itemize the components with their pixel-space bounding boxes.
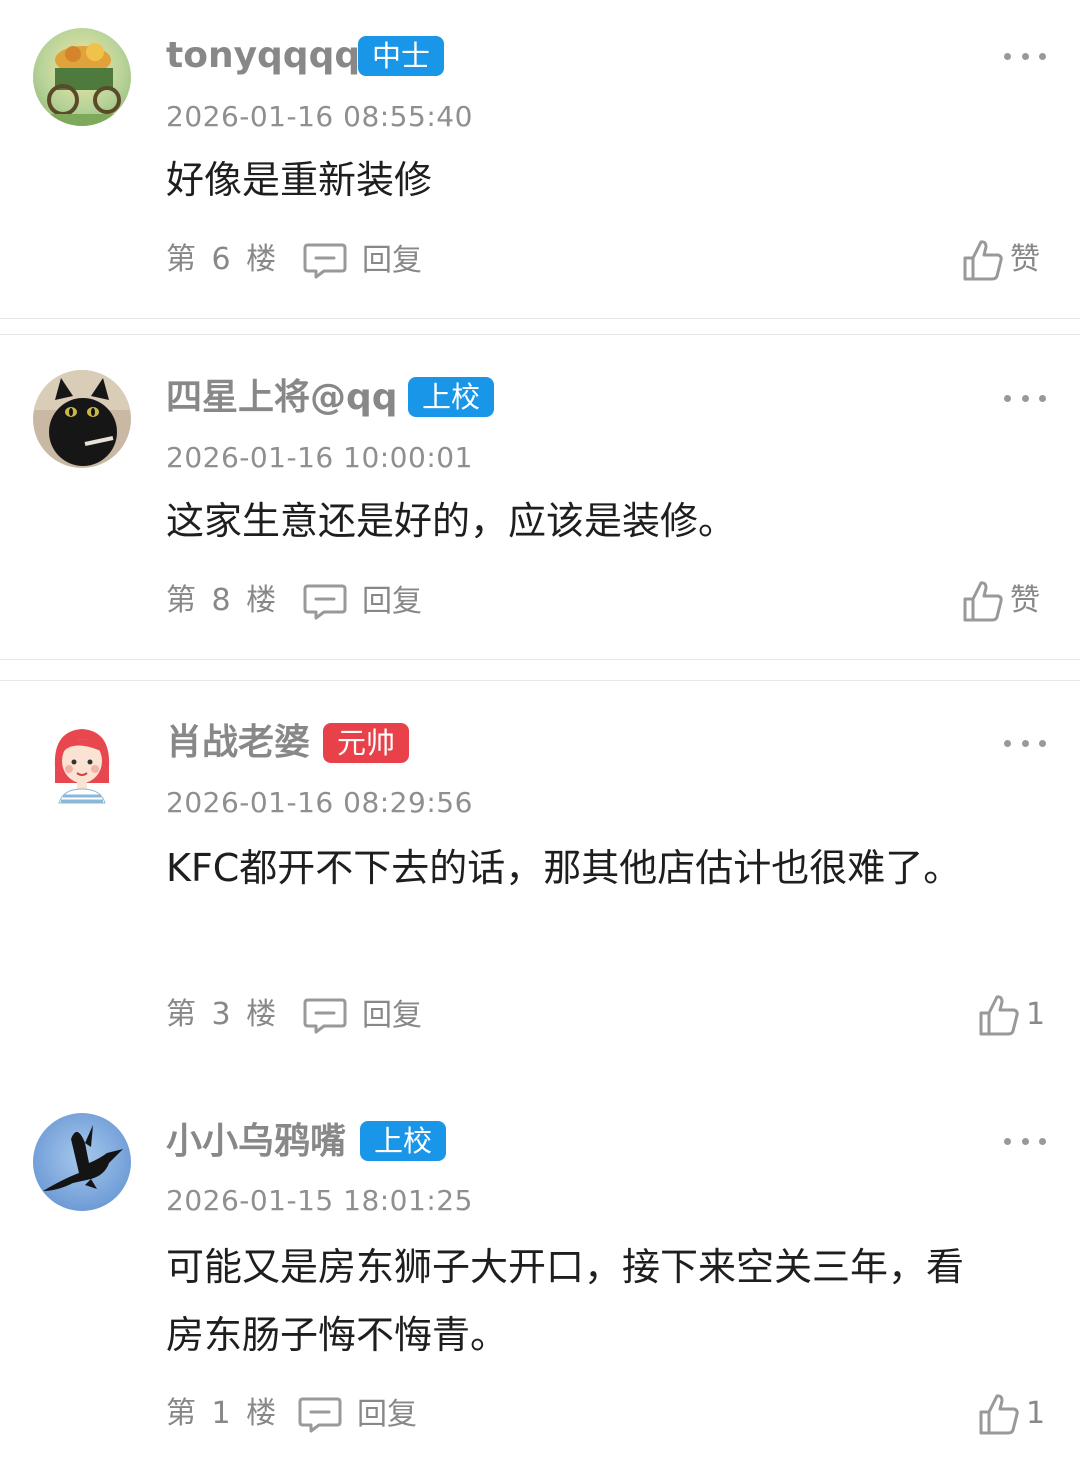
like-button[interactable]: 赞	[962, 238, 1040, 282]
comment-bubble-icon	[303, 998, 347, 1034]
username[interactable]: 小小乌鸦嘴	[166, 1120, 346, 1164]
rank-badge: 上校	[408, 377, 495, 417]
comment-text: 这家生意还是好的，应该是装修。	[166, 499, 737, 543]
reply-label: 回复	[362, 243, 422, 278]
reply-button[interactable]: 回复	[297, 1396, 417, 1434]
divider	[0, 659, 1080, 660]
thumbs-up-icon	[979, 1394, 1019, 1435]
more-dots-icon[interactable]	[1004, 388, 1046, 408]
timestamp: 2026-01-16 08:29:56	[166, 786, 473, 819]
like-button[interactable]: 赞	[962, 579, 1040, 623]
floor-number: 第 1 楼	[166, 1396, 277, 1431]
username[interactable]: 肖战老婆	[166, 721, 310, 765]
reply-label: 回复	[357, 1397, 417, 1432]
reply-label: 回复	[362, 584, 422, 619]
rank-badge: 中士	[358, 36, 445, 76]
like-count: 1	[1026, 1396, 1046, 1431]
avatar[interactable]	[33, 1113, 131, 1211]
comment-text: 可能又是房东狮子大开口，接下来空关三年，看房东肠子悔不悔青。	[166, 1245, 965, 1357]
divider	[0, 318, 1080, 319]
comment-item: 肖战老婆 元帅 2026-01-16 08:29:56 KFC都开不下去的话，那…	[0, 681, 1080, 1081]
thumbs-up-icon	[963, 581, 1003, 622]
more-dots-icon[interactable]	[1004, 46, 1046, 66]
floor-number: 第 8 楼	[166, 583, 277, 618]
avatar[interactable]	[33, 717, 131, 815]
comment-item: 小小乌鸦嘴 上校 2026-01-15 18:01:25 可能又是房东狮子大开口…	[0, 1080, 1080, 1461]
like-button[interactable]: 1	[978, 993, 1045, 1037]
rank-badge: 元帅	[323, 723, 410, 763]
more-dots-icon[interactable]	[1004, 1131, 1046, 1151]
comment-text: KFC都开不下去的话，那其他店估计也很难了。	[166, 846, 962, 890]
thumbs-up-icon	[963, 240, 1003, 281]
rank-badge: 上校	[360, 1121, 447, 1161]
reply-button[interactable]: 回复	[302, 583, 422, 621]
avatar[interactable]	[33, 370, 131, 468]
timestamp: 2026-01-16 08:55:40	[166, 100, 473, 133]
reply-button[interactable]: 回复	[302, 997, 422, 1035]
like-count: 1	[1026, 997, 1046, 1032]
floor-number: 第 3 楼	[166, 997, 277, 1032]
like-count: 赞	[1010, 242, 1040, 277]
more-dots-icon[interactable]	[1004, 733, 1046, 753]
comment-item: 四星上将@qq 上校 2026-01-16 10:00:01 这家生意还是好的，…	[0, 335, 1080, 660]
avatar[interactable]	[33, 28, 131, 126]
timestamp: 2026-01-15 18:01:25	[166, 1184, 473, 1217]
username[interactable]: 四星上将@qq	[166, 376, 398, 420]
comment-bubble-icon	[298, 1397, 342, 1433]
timestamp: 2026-01-16 10:00:01	[166, 441, 473, 474]
comment-bubble-icon	[303, 243, 347, 279]
like-button[interactable]: 1	[978, 1392, 1045, 1436]
comment-text: 好像是重新装修	[166, 158, 433, 202]
comment-item: tonyqqqq 中士 2026-01-16 08:55:40 好像是重新装修 …	[0, 0, 1080, 320]
comment-bubble-icon	[303, 584, 347, 620]
like-count: 赞	[1010, 583, 1040, 618]
thumbs-up-icon	[979, 995, 1019, 1036]
reply-label: 回复	[362, 998, 422, 1033]
floor-number: 第 6 楼	[166, 242, 277, 277]
reply-button[interactable]: 回复	[302, 242, 422, 280]
username[interactable]: tonyqqqq	[166, 34, 360, 78]
